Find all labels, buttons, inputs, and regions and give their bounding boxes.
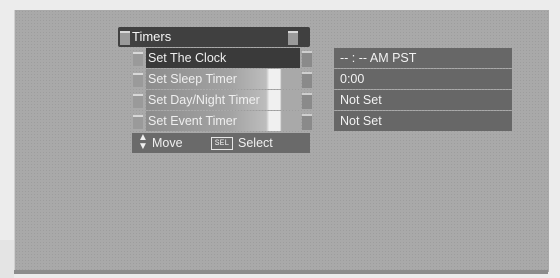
background-strip	[0, 240, 14, 278]
menu-item-label: Set Event Timer	[146, 111, 300, 131]
item-bullet-icon	[133, 94, 143, 108]
sleep-timer-value: 0:00	[334, 69, 512, 89]
day-night-timer-value: Not Set	[334, 90, 512, 110]
item-end-cap-icon	[302, 93, 312, 109]
item-end-cap-icon	[302, 114, 312, 130]
menu-tab-icon	[120, 31, 130, 45]
menu-title-bar: Timers	[118, 27, 310, 47]
menu-item-set-the-clock[interactable]: Set The Clock	[118, 48, 312, 68]
item-end-cap-icon	[302, 72, 312, 88]
item-end-cap-icon	[302, 51, 312, 67]
menu-item-set-event-timer[interactable]: Set Event Timer	[118, 111, 312, 131]
menu-item-set-day-night-timer[interactable]: Set Day/Night Timer	[118, 90, 312, 110]
screen-bottom-edge	[14, 270, 548, 274]
timer-values: -- : -- AM PST 0:00 Not Set Not Set	[334, 48, 512, 132]
menu-title: Timers	[132, 29, 172, 44]
menu-item-label: Set The Clock	[146, 48, 300, 68]
menu-item-label: Set Sleep Timer	[146, 69, 300, 89]
select-label: Select	[238, 136, 273, 150]
up-down-arrows-icon: ▲ ▼	[138, 132, 148, 152]
clock-value: -- : -- AM PST	[334, 48, 512, 68]
help-bar: ▲ ▼ Move SEL Select	[132, 133, 310, 153]
item-bullet-icon	[133, 115, 143, 129]
menu-item-label: Set Day/Night Timer	[146, 90, 300, 110]
sel-key-icon: SEL	[211, 137, 233, 150]
timers-menu: Timers Set The Clock Set Sleep Timer Set…	[118, 27, 312, 153]
event-timer-value: Not Set	[334, 111, 512, 131]
move-label: Move	[152, 136, 183, 150]
menu-tab-end-icon	[288, 31, 298, 45]
item-bullet-icon	[133, 52, 143, 66]
menu-item-set-sleep-timer[interactable]: Set Sleep Timer	[118, 69, 312, 89]
item-bullet-icon	[133, 73, 143, 87]
